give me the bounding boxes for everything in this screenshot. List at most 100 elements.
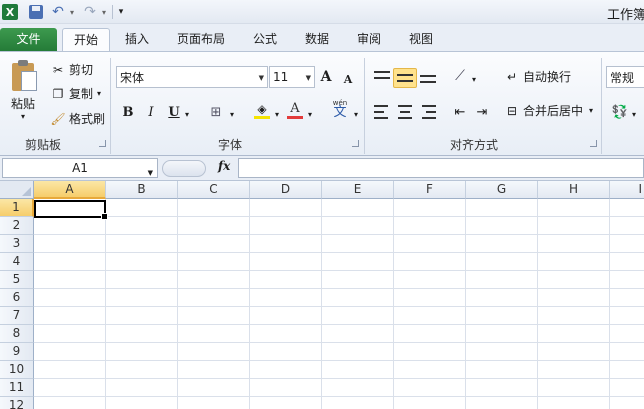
- accounting-format-icon[interactable]: 💱: [610, 102, 630, 122]
- font-group-label: 字体: [218, 138, 243, 152]
- column-header[interactable]: G: [466, 181, 538, 199]
- row-header[interactable]: 8: [0, 325, 34, 343]
- merge-center-button[interactable]: ⊟ 合并后居中 ▾: [504, 102, 593, 119]
- cut-button[interactable]: ✂ 剪切: [50, 61, 93, 78]
- name-box-value: A1: [72, 161, 88, 175]
- align-right-icon[interactable]: [418, 102, 438, 122]
- phonetic-dropdown-icon[interactable]: ▾: [352, 104, 360, 124]
- undo-dropdown-icon[interactable]: ▾: [68, 3, 76, 21]
- row-header[interactable]: 4: [0, 253, 34, 271]
- row-header[interactable]: 12: [0, 397, 34, 409]
- format-painter-label: 格式刷: [69, 112, 106, 126]
- column-header[interactable]: I: [610, 181, 644, 199]
- accounting-dropdown-icon[interactable]: ▾: [630, 104, 638, 124]
- chevron-down-icon[interactable]: ▼: [259, 74, 264, 82]
- bold-button[interactable]: B: [120, 102, 136, 122]
- wrap-text-button[interactable]: ↵ 自动换行: [504, 68, 571, 85]
- grid-line: [34, 342, 644, 343]
- column-header[interactable]: B: [106, 181, 178, 199]
- excel-app-icon[interactable]: X: [2, 4, 18, 20]
- tab-formulas[interactable]: 公式: [246, 28, 284, 52]
- group-divider: [364, 58, 365, 154]
- cut-label: 剪切: [69, 63, 94, 77]
- format-painter-button[interactable]: 🖌 格式刷: [50, 110, 105, 127]
- align-left-icon[interactable]: [372, 102, 392, 122]
- fill-color-icon[interactable]: ◈: [252, 100, 272, 120]
- chevron-down-icon[interactable]: ▼: [148, 164, 153, 182]
- align-bottom-icon[interactable]: [418, 68, 438, 88]
- font-color-dropdown-icon[interactable]: ▾: [306, 104, 314, 124]
- decrease-indent-icon[interactable]: ⇤: [450, 102, 470, 122]
- undo-icon[interactable]: ↶: [50, 3, 66, 21]
- clipboard-launcher-icon[interactable]: [99, 140, 106, 147]
- tab-review[interactable]: 审阅: [350, 28, 388, 52]
- row-header[interactable]: 7: [0, 307, 34, 325]
- name-box[interactable]: A1 ▼: [2, 158, 158, 178]
- borders-icon[interactable]: ⊞: [206, 102, 226, 122]
- redo-icon[interactable]: ↷: [82, 3, 98, 21]
- column-header[interactable]: H: [538, 181, 610, 199]
- grid-line: [34, 234, 644, 235]
- grow-font-button[interactable]: A: [318, 67, 334, 87]
- italic-button[interactable]: I: [143, 102, 159, 122]
- redo-dropdown-icon[interactable]: ▾: [100, 3, 108, 21]
- row-header[interactable]: 11: [0, 379, 34, 397]
- underline-button[interactable]: U: [166, 102, 182, 122]
- row-header[interactable]: 10: [0, 361, 34, 379]
- tab-home[interactable]: 开始: [62, 28, 110, 52]
- copy-button[interactable]: ❐ 复制 ▾: [50, 85, 101, 102]
- column-header[interactable]: C: [178, 181, 250, 199]
- orientation-dropdown-icon[interactable]: ▾: [470, 69, 478, 89]
- tab-page-layout[interactable]: 页面布局: [170, 28, 232, 52]
- align-center-icon[interactable]: [395, 102, 415, 122]
- font-name-value: 宋体: [120, 70, 145, 85]
- align-middle-icon[interactable]: [393, 68, 417, 88]
- underline-dropdown-icon[interactable]: ▾: [183, 104, 191, 124]
- alignment-launcher-icon[interactable]: [590, 140, 597, 147]
- font-launcher-icon[interactable]: [352, 140, 359, 147]
- fill-color-dropdown-icon[interactable]: ▾: [273, 104, 281, 124]
- row-header[interactable]: 9: [0, 343, 34, 361]
- scissors-icon: ✂: [52, 62, 64, 77]
- merge-cells-icon: ⊟: [506, 103, 518, 118]
- row-header[interactable]: 5: [0, 271, 34, 289]
- row-header[interactable]: 2: [0, 217, 34, 235]
- tab-view[interactable]: 视图: [402, 28, 440, 52]
- row-header[interactable]: 1: [0, 199, 34, 217]
- row-header[interactable]: 3: [0, 235, 34, 253]
- paste-button[interactable]: 粘贴: [11, 95, 35, 112]
- align-top-icon[interactable]: [372, 66, 392, 86]
- active-cell[interactable]: [34, 200, 108, 220]
- font-name-combo[interactable]: 宋体 ▼: [116, 66, 268, 88]
- shrink-font-button[interactable]: A: [341, 69, 355, 89]
- borders-dropdown-icon[interactable]: ▾: [228, 104, 236, 124]
- tab-insert[interactable]: 插入: [116, 28, 158, 52]
- tab-file[interactable]: 文件: [0, 28, 57, 52]
- worksheet-grid[interactable]: A B C D E F G H I 1 2 3 4 5 6 7 8 9 10 1…: [0, 181, 644, 409]
- tab-data[interactable]: 数据: [298, 28, 336, 52]
- phonetic-guide-icon[interactable]: wén 文: [328, 98, 352, 119]
- chevron-down-icon[interactable]: ▼: [306, 74, 311, 82]
- select-all-button[interactable]: [0, 181, 34, 199]
- wrap-text-label: 自动换行: [523, 70, 572, 84]
- column-header[interactable]: F: [394, 181, 466, 199]
- paste-icon[interactable]: [10, 59, 38, 93]
- font-color-icon[interactable]: A: [285, 100, 305, 120]
- insert-function-button[interactable]: fx: [218, 159, 230, 173]
- row-header[interactable]: 6: [0, 289, 34, 307]
- paste-dropdown-icon[interactable]: ▾: [21, 112, 25, 121]
- copy-dropdown-icon[interactable]: ▾: [97, 89, 101, 98]
- customize-toolbar-icon[interactable]: ▾: [116, 3, 126, 21]
- column-header[interactable]: D: [250, 181, 322, 199]
- orientation-icon[interactable]: ⟋: [450, 66, 470, 86]
- save-icon[interactable]: [28, 3, 44, 21]
- column-header[interactable]: A: [34, 181, 106, 199]
- grid-line: [34, 378, 644, 379]
- font-size-combo[interactable]: 11 ▼: [269, 66, 315, 88]
- increase-indent-icon[interactable]: ⇥: [472, 102, 492, 122]
- alignment-group-label: 对齐方式: [450, 138, 499, 152]
- number-format-combo[interactable]: 常规: [606, 66, 644, 88]
- column-header[interactable]: E: [322, 181, 394, 199]
- formula-input[interactable]: [238, 158, 644, 178]
- merge-dropdown-icon[interactable]: ▾: [589, 106, 593, 115]
